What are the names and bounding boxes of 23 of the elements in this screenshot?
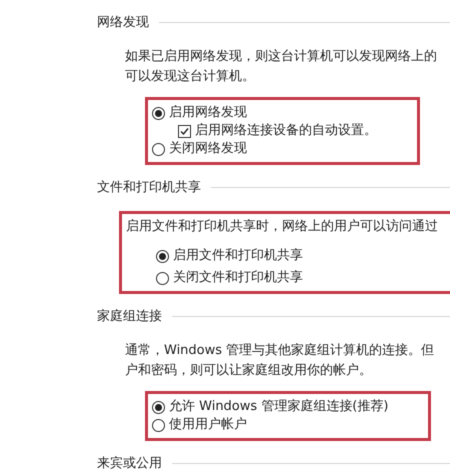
section-heading: 家庭组连接 [97,308,162,325]
radio-label[interactable]: 允许 Windows 管理家庭组连接(推荐) [169,398,388,416]
radio-button[interactable] [152,418,165,432]
description-text: 户和密码，则可以让家庭组改用你的帐户。 [125,362,373,379]
section-heading: 文件和打印机共享 [97,179,201,196]
checkbox[interactable] [178,124,191,138]
radio-button[interactable] [156,250,169,262]
description-text: 可以发现这台计算机。 [125,68,256,85]
section-heading: 来宾或公用 [97,455,162,472]
section-heading: 网络发现 [97,14,149,31]
description-text: 启用文件和打印机共享时，网络上的用户可以访问通过 [126,218,438,235]
radio-button[interactable] [152,106,165,120]
description-text: 通常，Windows 管理与其他家庭组计算机的连接。但 [125,342,436,359]
radio-button[interactable] [152,400,165,414]
radio-label[interactable]: 启用文件和打印机共享 [173,247,303,265]
description-text: 如果已启用网络发现，则这台计算机可以发现网络上的 [125,48,438,65]
radio-button[interactable] [152,142,165,156]
radio-label[interactable]: 启用网络发现 [169,104,247,122]
radio-label[interactable]: 关闭网络发现 [169,140,247,158]
radio-label[interactable]: 使用用户帐户 [169,416,247,434]
radio-button[interactable] [156,272,169,284]
radio-label[interactable]: 关闭文件和打印机共享 [173,269,303,287]
checkbox-label[interactable]: 启用网络连接设备的自动设置。 [195,122,377,140]
